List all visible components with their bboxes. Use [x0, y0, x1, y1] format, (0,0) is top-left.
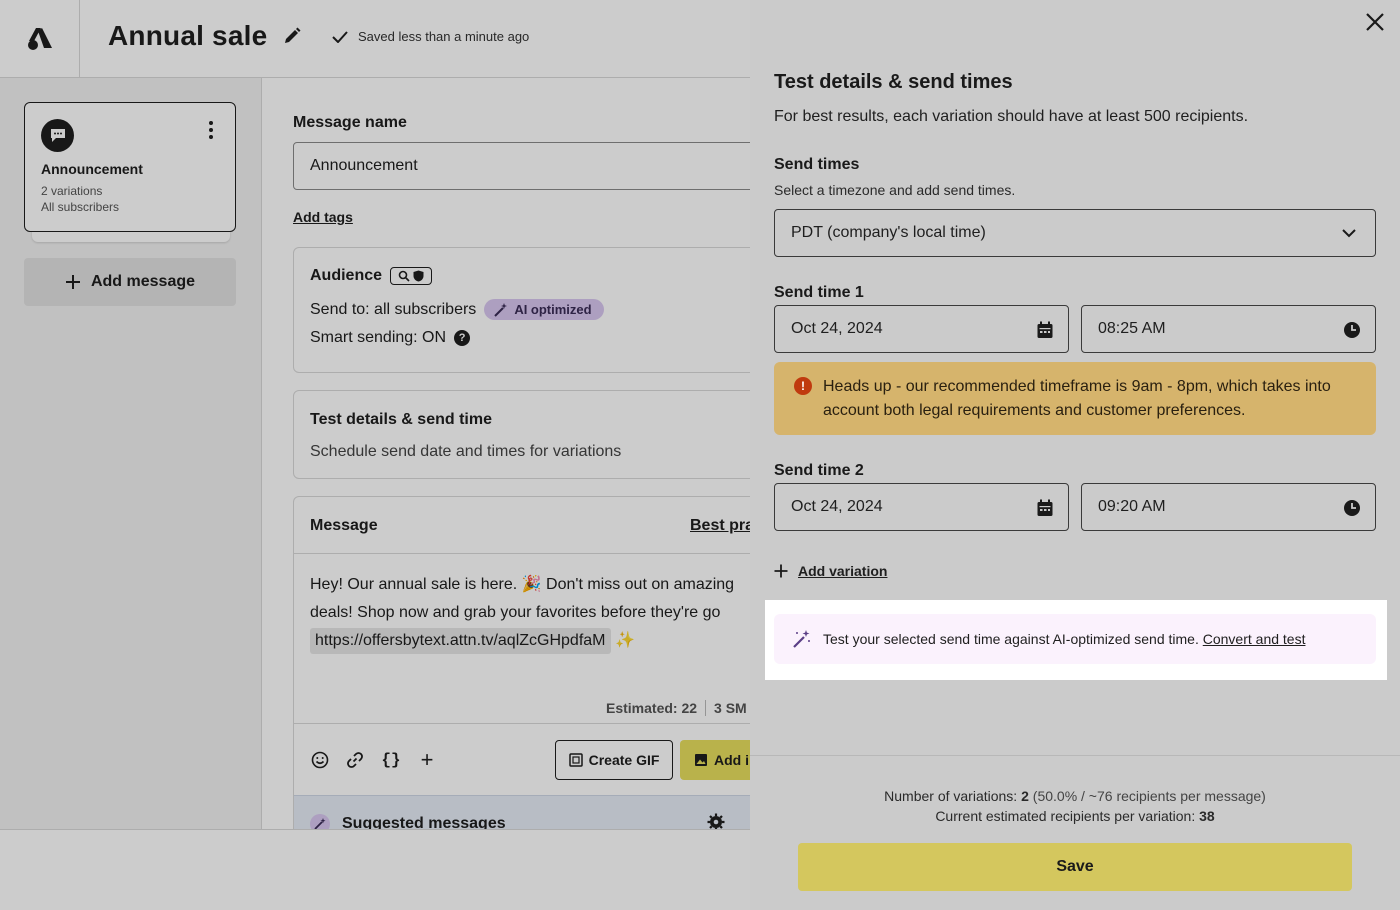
send-times-hint: Select a timezone and add send times. [774, 182, 1016, 198]
drawer-subtitle: For best results, each variation should … [774, 108, 1249, 125]
send-time-2-time-value: 09:20 AM [1098, 498, 1166, 515]
send-time-2-date-input[interactable]: Oct 24, 2024 [774, 483, 1069, 531]
ai-tip-text: Test your selected send time against AI-… [823, 631, 1203, 647]
variations-prefix: Number of variations: [884, 788, 1022, 804]
clock-icon[interactable] [1343, 499, 1361, 517]
timezone-select[interactable]: PDT (company's local time) [774, 209, 1376, 257]
recipients-summary: Current estimated recipients per variati… [750, 808, 1400, 824]
variations-suffix: (50.0% / ~76 recipients per message) [1028, 788, 1266, 804]
add-variation-label: Add variation [798, 563, 888, 579]
send-time-2-time-input[interactable]: 09:20 AM [1081, 483, 1376, 531]
variations-count: 2 [1021, 788, 1029, 804]
send-time-2-date-value: Oct 24, 2024 [791, 498, 883, 515]
send-time-1-date-value: Oct 24, 2024 [791, 320, 883, 337]
send-times-label: Send times [774, 156, 860, 173]
send-time-1-time-input[interactable]: 08:25 AM [1081, 305, 1376, 353]
recipients-prefix: Current estimated recipients per variati… [935, 808, 1200, 824]
ai-send-time-tip: Test your selected send time against AI-… [774, 614, 1376, 664]
ai-tip-text-wrap: Test your selected send time against AI-… [823, 631, 1305, 647]
warning-icon: ! [794, 377, 812, 395]
send-time-1-date-input[interactable]: Oct 24, 2024 [774, 305, 1069, 353]
warning-text: Heads up - our recommended timeframe is … [823, 378, 1331, 419]
send-time-2-label: Send time 2 [774, 462, 864, 479]
send-time-1-time-value: 08:25 AM [1098, 320, 1166, 337]
modal-backdrop[interactable] [0, 0, 750, 910]
plus-icon [774, 564, 788, 578]
timezone-value: PDT (company's local time) [791, 224, 986, 241]
convert-and-test-link[interactable]: Convert and test [1203, 631, 1306, 647]
send-time-1-label: Send time 1 [774, 284, 864, 301]
recipients-count: 38 [1199, 808, 1215, 824]
timeframe-warning-banner: ! Heads up - our recommended timeframe i… [774, 362, 1376, 435]
clock-icon[interactable] [1343, 321, 1361, 339]
calendar-icon[interactable] [1036, 321, 1054, 339]
chevron-down-icon [1342, 229, 1356, 238]
drawer-title: Test details & send times [774, 71, 1013, 93]
magic-wand-icon [793, 630, 810, 648]
save-button[interactable]: Save [798, 843, 1352, 891]
calendar-icon[interactable] [1036, 499, 1054, 517]
close-icon[interactable] [1364, 11, 1386, 33]
test-details-drawer: Test details & send times For best resul… [750, 0, 1400, 910]
add-variation-button[interactable]: Add variation [774, 563, 887, 579]
variations-summary: Number of variations: 2 (50.0% / ~76 rec… [750, 788, 1400, 804]
drawer-footer: Number of variations: 2 (50.0% / ~76 rec… [750, 755, 1400, 910]
